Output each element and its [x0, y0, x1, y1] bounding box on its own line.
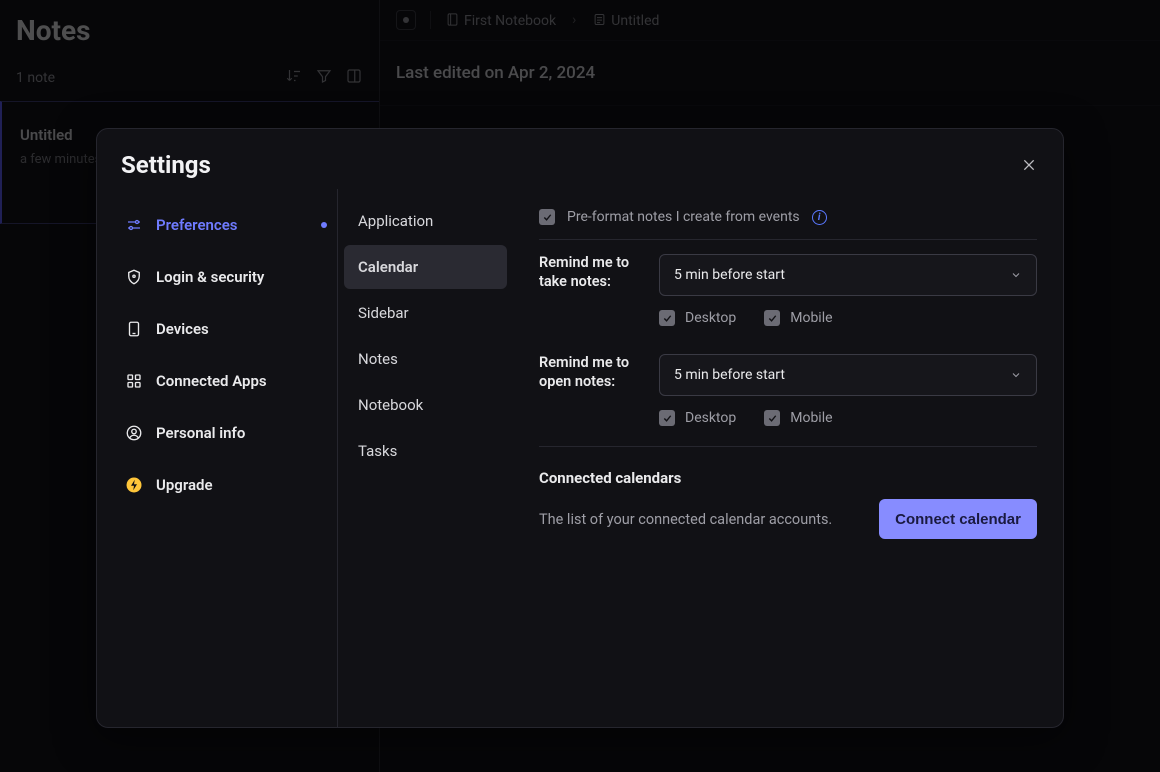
- remind-open-mobile-checkbox[interactable]: [764, 410, 780, 426]
- chevron-down-icon: [1010, 369, 1022, 381]
- nav-upgrade[interactable]: Upgrade: [109, 459, 337, 511]
- close-icon: [1021, 157, 1037, 173]
- remind-open-label: Remind me to open notes:: [539, 354, 635, 436]
- nav-label: Connected Apps: [156, 372, 267, 390]
- modal-overlay: Settings Preferences Login & security: [0, 0, 1160, 772]
- subnav-notebook[interactable]: Notebook: [344, 383, 507, 427]
- subnav-tasks[interactable]: Tasks: [344, 429, 507, 473]
- chevron-down-icon: [1010, 269, 1022, 281]
- remind-take-select[interactable]: 5 min before start: [659, 254, 1037, 296]
- check-icon: [662, 313, 673, 324]
- subnav-notes[interactable]: Notes: [344, 337, 507, 381]
- remind-open-desktop-checkbox[interactable]: [659, 410, 675, 426]
- desktop-label: Desktop: [685, 310, 736, 326]
- select-value: 5 min before start: [674, 267, 785, 283]
- settings-primary-nav: Preferences Login & security Devices Con…: [97, 189, 337, 727]
- nav-personal-info[interactable]: Personal info: [109, 407, 337, 459]
- subnav-application[interactable]: Application: [344, 199, 507, 243]
- nav-label: Preferences: [156, 216, 238, 234]
- settings-title: Settings: [121, 151, 211, 179]
- settings-sub-nav: Application Calendar Sidebar Notes Noteb…: [337, 189, 513, 727]
- device-icon: [125, 320, 143, 338]
- connect-calendar-button[interactable]: Connect calendar: [879, 499, 1037, 539]
- subnav-sidebar[interactable]: Sidebar: [344, 291, 507, 335]
- preformat-checkbox[interactable]: [539, 209, 555, 225]
- remind-open-select[interactable]: 5 min before start: [659, 354, 1037, 396]
- user-icon: [125, 424, 143, 442]
- info-icon[interactable]: i: [812, 210, 827, 225]
- bolt-icon: [125, 476, 143, 494]
- select-value: 5 min before start: [674, 367, 785, 383]
- apps-icon: [125, 372, 143, 390]
- remind-open-notes-row: Remind me to open notes: 5 min before st…: [539, 340, 1037, 440]
- remind-take-notes-row: Remind me to take notes: 5 min before st…: [539, 240, 1037, 340]
- sliders-icon: [125, 216, 143, 234]
- divider: [539, 446, 1037, 447]
- close-button[interactable]: [1017, 153, 1041, 177]
- nav-label: Personal info: [156, 424, 245, 442]
- remind-take-mobile-checkbox[interactable]: [764, 310, 780, 326]
- subnav-calendar[interactable]: Calendar: [344, 245, 507, 289]
- connected-calendars-title: Connected calendars: [539, 453, 1037, 487]
- check-icon: [767, 313, 778, 324]
- connected-calendars-desc: The list of your connected calendar acco…: [539, 511, 832, 528]
- nav-devices[interactable]: Devices: [109, 303, 337, 355]
- remind-take-label: Remind me to take notes:: [539, 254, 635, 336]
- nav-preferences[interactable]: Preferences: [109, 199, 337, 251]
- desktop-label: Desktop: [685, 410, 736, 426]
- check-icon: [542, 212, 553, 223]
- nav-connected-apps[interactable]: Connected Apps: [109, 355, 337, 407]
- preformat-label: Pre-format notes I create from events: [567, 209, 800, 225]
- check-icon: [662, 413, 673, 424]
- nav-label: Devices: [156, 320, 209, 338]
- nav-label: Upgrade: [156, 476, 213, 494]
- calendar-settings-panel: Pre-format notes I create from events i …: [513, 189, 1063, 727]
- settings-modal: Settings Preferences Login & security: [96, 128, 1064, 728]
- nav-login-security[interactable]: Login & security: [109, 251, 337, 303]
- remind-take-desktop-checkbox[interactable]: [659, 310, 675, 326]
- mobile-label: Mobile: [790, 410, 832, 426]
- check-icon: [767, 413, 778, 424]
- nav-label: Login & security: [156, 268, 264, 286]
- mobile-label: Mobile: [790, 310, 832, 326]
- shield-icon: [125, 268, 143, 286]
- active-dot-icon: [321, 222, 327, 228]
